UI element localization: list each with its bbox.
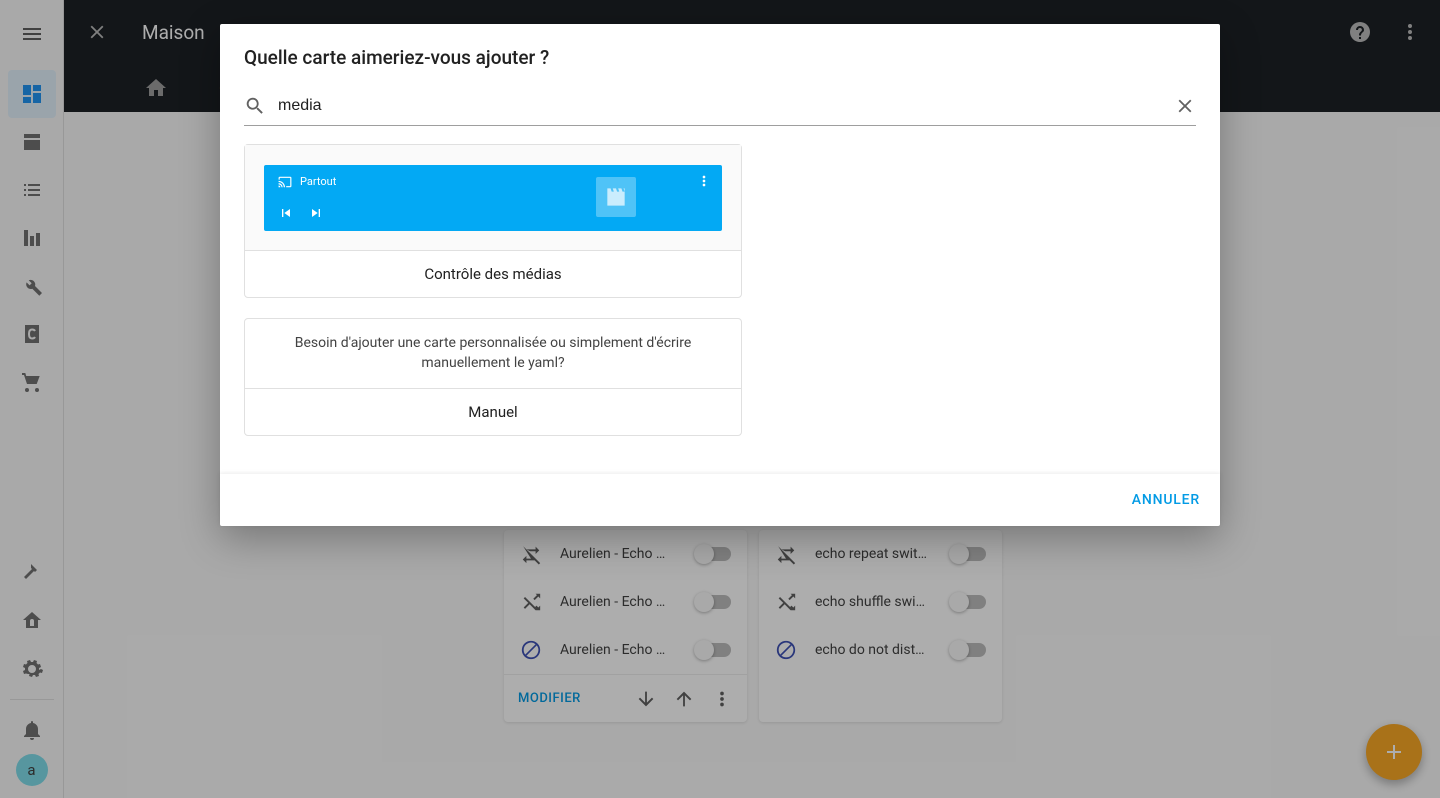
movie-icon [603,184,629,210]
dialog-body: Partout Contrôle des médias [220,126,1220,474]
skip-next-icon [308,205,324,221]
media-device-label: Partout [300,175,336,188]
card-option-caption: Contrôle des médias [245,251,741,297]
card-option-description: Besoin d'ajouter une carte personnalisée… [245,319,741,389]
more-vert-icon [696,173,712,189]
media-art-placeholder [596,177,636,217]
card-option-caption: Manuel [245,389,741,435]
card-option-manual[interactable]: Besoin d'ajouter une carte personnalisée… [244,318,742,436]
clear-search-icon[interactable] [1174,95,1196,117]
card-option-media-control[interactable]: Partout Contrôle des médias [244,144,742,298]
media-preview-menu [696,173,712,189]
dialog-title: Quelle carte aimeriez-vous ajouter ? [220,24,1220,87]
search-icon [244,95,266,117]
cancel-button[interactable]: ANNULER [1132,492,1200,508]
dialog-footer: ANNULER [220,474,1220,526]
skip-prev-icon [278,205,294,221]
card-picker-dialog: Quelle carte aimeriez-vous ajouter ? Par… [220,24,1220,526]
search-input[interactable] [266,93,1174,119]
cast-icon [278,175,292,189]
card-preview: Partout [245,145,741,251]
search-row [244,87,1196,126]
media-player-preview: Partout [264,165,722,231]
